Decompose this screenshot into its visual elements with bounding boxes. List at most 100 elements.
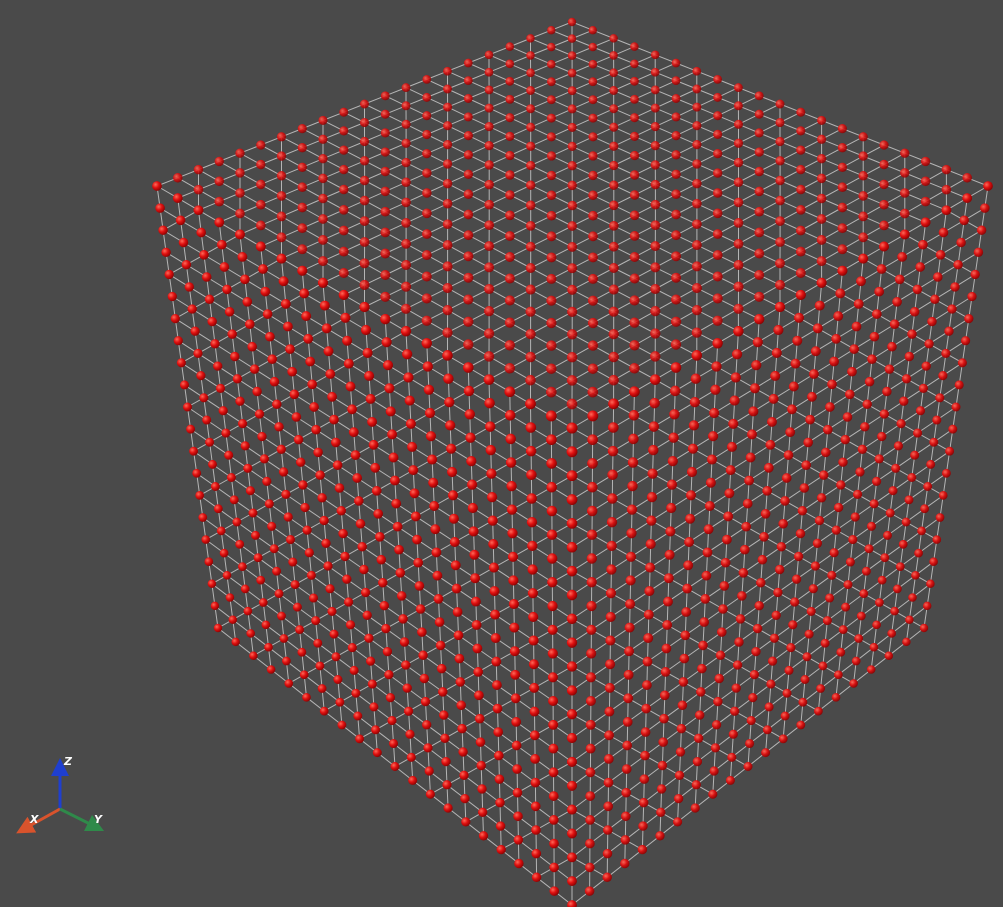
atom [337, 720, 347, 730]
atom [783, 450, 794, 460]
atom [506, 504, 518, 515]
atom [422, 129, 432, 140]
atom [353, 711, 363, 721]
atom [665, 526, 676, 537]
atom [629, 231, 640, 241]
atom [717, 627, 727, 637]
atom [951, 402, 961, 412]
atom [775, 195, 785, 206]
atom [858, 191, 868, 201]
atom [857, 444, 868, 454]
atom [606, 540, 617, 552]
atom [733, 303, 744, 314]
atom [438, 687, 448, 697]
atom [447, 466, 458, 478]
atom [401, 281, 412, 292]
atom [231, 637, 240, 647]
atom [179, 380, 190, 390]
atom [422, 361, 433, 372]
atom [335, 697, 345, 707]
atom [866, 665, 876, 674]
atom [442, 139, 453, 150]
atom [345, 620, 356, 630]
atom [629, 340, 640, 351]
atom [339, 126, 349, 136]
atom [608, 220, 619, 231]
atom [525, 328, 536, 340]
atom [609, 160, 619, 171]
atom [484, 140, 494, 151]
atom [340, 551, 350, 562]
atom [173, 173, 183, 183]
atom [463, 385, 475, 397]
atom [834, 670, 843, 680]
atom [816, 256, 827, 267]
atom [983, 181, 993, 191]
atom [754, 313, 765, 325]
z-axis-label: Z [63, 755, 73, 768]
atom [547, 42, 556, 52]
atom [838, 625, 848, 635]
atom [668, 432, 679, 443]
atom [712, 293, 723, 304]
atom [566, 375, 578, 386]
atom [650, 122, 660, 132]
atom [713, 696, 723, 707]
atom [395, 568, 406, 578]
atom [889, 319, 900, 330]
orientation-axes-widget[interactable]: Z X Y [10, 745, 120, 845]
atom [954, 380, 964, 390]
atom [380, 147, 390, 157]
atom [380, 166, 391, 177]
atom [629, 131, 640, 141]
atom [973, 247, 984, 258]
atom [831, 525, 841, 535]
atom [276, 444, 286, 454]
atom [588, 231, 598, 242]
x-axis-label: X [29, 813, 39, 826]
atom [359, 216, 370, 226]
atom [585, 719, 596, 730]
atom [421, 338, 432, 349]
atom [709, 407, 720, 419]
atom [463, 150, 474, 160]
atom [380, 186, 391, 197]
atom [343, 358, 354, 369]
atom [317, 493, 327, 503]
atom [359, 156, 370, 166]
atom [546, 252, 557, 263]
atom [733, 281, 744, 292]
atom [247, 341, 257, 352]
atom [566, 542, 578, 553]
atom [359, 117, 370, 128]
atom [417, 627, 427, 637]
atom [461, 817, 471, 827]
atom [466, 455, 477, 467]
atom [327, 391, 337, 402]
atom [546, 59, 556, 69]
atom [817, 115, 827, 125]
atom [507, 528, 518, 539]
3d-viewport[interactable]: Z X Y [0, 0, 1003, 907]
atom [476, 760, 486, 771]
atom [487, 515, 498, 526]
atom [585, 695, 596, 707]
atom [380, 91, 390, 101]
atom [237, 418, 248, 429]
atom [754, 109, 764, 119]
atom [814, 515, 825, 526]
atom [733, 260, 744, 270]
atom [733, 218, 744, 228]
atom [894, 274, 905, 285]
atom [837, 143, 848, 153]
lattice-render[interactable] [0, 0, 1003, 907]
atom [526, 469, 537, 481]
atom [513, 811, 523, 822]
atom [465, 432, 476, 443]
atom [859, 589, 869, 599]
atom [302, 692, 311, 702]
atom [567, 852, 577, 863]
atom [359, 237, 370, 247]
atom [408, 775, 418, 785]
atom [214, 217, 225, 228]
